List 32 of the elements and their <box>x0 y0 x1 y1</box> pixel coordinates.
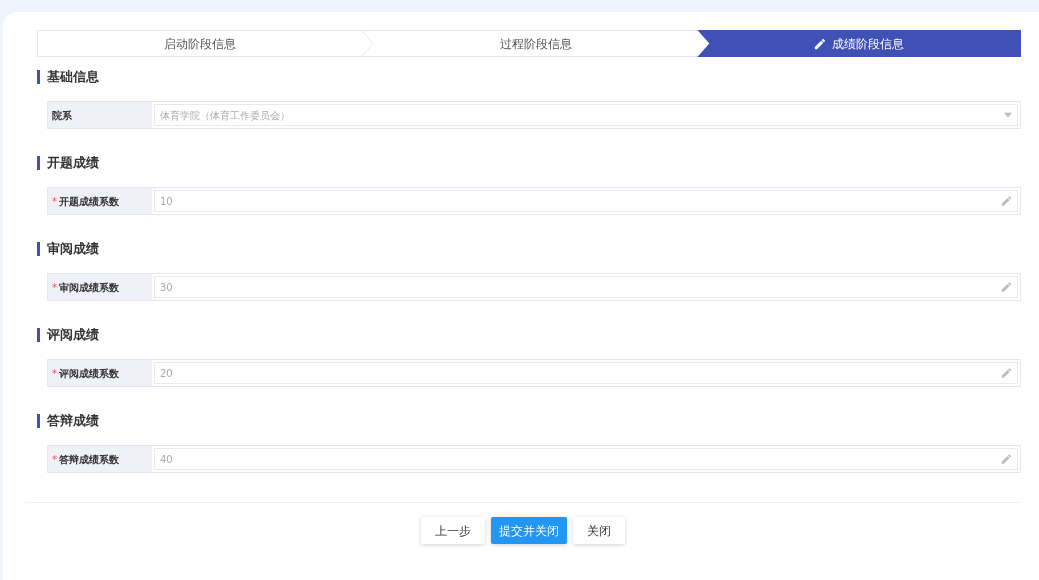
select-field[interactable]: 体育学院（体育工作委员会） <box>154 104 1018 126</box>
pencil-icon <box>814 37 827 50</box>
section-title: 答辩成绩 <box>37 414 1021 428</box>
required-mark: * <box>52 280 57 295</box>
section-title: 评阅成绩 <box>37 328 1021 342</box>
step-tab[interactable]: 启动阶段信息 <box>37 30 362 57</box>
input-field[interactable]: 40 <box>154 448 1018 470</box>
field-label-text: 评阅成绩系数 <box>59 366 119 381</box>
required-mark: * <box>52 366 57 381</box>
input-field[interactable]: 10 <box>154 190 1018 212</box>
pencil-icon <box>1001 453 1012 465</box>
pencil-icon <box>1001 281 1012 293</box>
field-label: 院系 <box>48 102 152 128</box>
input-field[interactable]: 30 <box>154 276 1018 298</box>
pencil-icon <box>1001 367 1012 379</box>
step-tab[interactable]: 成绩阶段信息 <box>697 30 1021 57</box>
field-label-text: 审阅成绩系数 <box>59 280 119 295</box>
field-label-text: 开题成绩系数 <box>59 194 119 209</box>
chevron-separator <box>361 31 374 56</box>
field-label-text: 答辩成绩系数 <box>59 452 119 467</box>
action-button[interactable]: 关闭 <box>573 517 625 544</box>
step-tab[interactable]: 过程阶段信息 <box>373 30 698 57</box>
section-title: 基础信息 <box>37 70 1021 84</box>
required-mark: * <box>52 194 57 209</box>
submit-button[interactable]: 提交并关闭 <box>491 517 567 544</box>
dropdown-arrow-icon <box>1004 112 1012 118</box>
input-field[interactable]: 20 <box>154 362 1018 384</box>
section-title: 开题成绩 <box>37 156 1021 170</box>
pencil-icon <box>1001 195 1012 207</box>
action-button[interactable]: 上一步 <box>421 517 485 544</box>
section-title: 审阅成绩 <box>37 242 1021 256</box>
required-mark: * <box>52 452 57 467</box>
